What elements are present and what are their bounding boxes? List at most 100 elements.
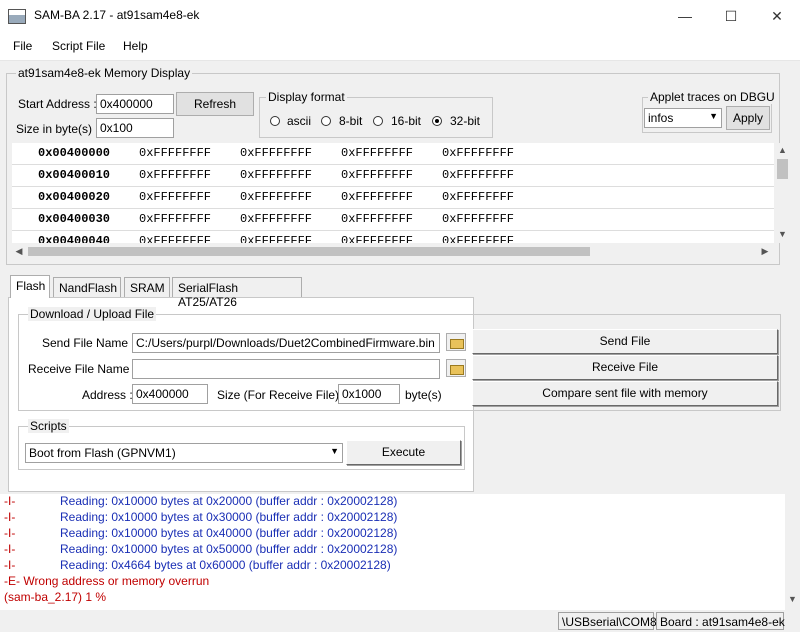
receive-file-input[interactable]: [132, 359, 440, 379]
scroll-thumb[interactable]: [777, 159, 788, 179]
console-scrollbar[interactable]: ▼: [785, 494, 800, 610]
tab-flash[interactable]: Flash: [10, 275, 50, 298]
applet-traces-select[interactable]: infos ▼: [644, 108, 722, 128]
tab-sram[interactable]: SRAM: [124, 277, 170, 297]
console-line: Reading: 0x10000 bytes at 0x40000 (buffe…: [60, 526, 398, 540]
console-prefix: -I-: [4, 526, 16, 540]
memory-horizontal-scrollbar[interactable]: ◀ ▶: [12, 243, 774, 260]
app-icon: [8, 9, 26, 24]
scripts-select[interactable]: Boot from Flash (GPNVM1) ▼: [25, 443, 343, 463]
radio-32bit-label: 32-bit: [450, 114, 481, 128]
console-prefix: -I-: [4, 542, 16, 556]
console-prefix: -I-: [4, 494, 16, 508]
row-address: 0x00400020: [38, 190, 111, 204]
scroll-right-icon[interactable]: ▶: [760, 246, 770, 257]
radio-16bit[interactable]: [373, 116, 383, 126]
radio-16bit-label: 16-bit: [391, 114, 422, 128]
row-value: 0xFFFFFFFF: [240, 168, 313, 182]
compare-file-button[interactable]: Compare sent file with memory: [472, 381, 778, 406]
apply-button[interactable]: Apply: [726, 106, 770, 130]
radio-8bit[interactable]: [321, 116, 331, 126]
receive-size-label: Size (For Receive File) :: [217, 388, 346, 402]
scripts-select-value: Boot from Flash (GPNVM1): [29, 446, 176, 460]
row-value: 0xFFFFFFFF: [442, 190, 515, 204]
tab-serialflash[interactable]: SerialFlash AT25/AT26: [172, 277, 302, 309]
menu-file[interactable]: File: [13, 39, 32, 53]
receive-file-label: Receive File Name :: [28, 362, 137, 376]
row-value: 0xFFFFFFFF: [240, 212, 313, 226]
send-file-input[interactable]: C:/Users/purpl/Downloads/Duet2CombinedFi…: [132, 333, 440, 353]
chevron-down-icon: ▼: [709, 111, 718, 121]
scroll-thumb[interactable]: [28, 247, 590, 256]
connection-status: \USBserial\COM8: [558, 612, 657, 630]
title-bar: SAM-BA 2.17 - at91sam4e8-ek — ☐ ✕: [0, 0, 800, 32]
row-value: 0xFFFFFFFF: [240, 146, 313, 160]
close-button[interactable]: ✕: [754, 0, 800, 32]
refresh-button[interactable]: Refresh: [176, 92, 254, 116]
row-address: 0x00400010: [38, 168, 111, 182]
row-value: 0xFFFFFFFF: [240, 190, 313, 204]
row-value: 0xFFFFFFFF: [341, 234, 414, 243]
row-value: 0xFFFFFFFF: [139, 212, 212, 226]
row-value: 0xFFFFFFFF: [139, 234, 212, 243]
send-file-button[interactable]: Send File: [472, 329, 778, 354]
send-file-label: Send File Name :: [42, 336, 135, 350]
execute-button[interactable]: Execute: [346, 440, 461, 465]
console-prefix: -I-: [4, 510, 16, 524]
row-address: 0x00400030: [38, 212, 111, 226]
table-row: 0x00400020 0xFFFFFFFF 0xFFFFFFFF 0xFFFFF…: [12, 187, 774, 209]
minimize-button[interactable]: —: [662, 0, 708, 32]
size-unit-label: byte(s): [405, 388, 442, 402]
tab-nandflash[interactable]: NandFlash: [53, 277, 121, 297]
size-input[interactable]: 0x100: [96, 118, 174, 138]
table-row: 0x00400040 0xFFFFFFFF 0xFFFFFFFF 0xFFFFF…: [12, 231, 774, 243]
console-line: Reading: 0x10000 bytes at 0x20000 (buffe…: [60, 494, 398, 508]
folder-open-icon[interactable]: [446, 359, 466, 377]
chevron-down-icon: ▼: [330, 446, 339, 456]
console-prefix: -I-: [4, 558, 16, 572]
window-title: SAM-BA 2.17 - at91sam4e8-ek: [34, 8, 200, 22]
radio-ascii[interactable]: [270, 116, 280, 126]
scroll-down-icon[interactable]: ▼: [774, 229, 791, 239]
menu-bar: File Script File Help: [0, 32, 800, 61]
row-value: 0xFFFFFFFF: [341, 168, 414, 182]
display-format-label: Display format: [266, 90, 347, 104]
receive-file-button[interactable]: Receive File: [472, 355, 778, 380]
receive-size-input[interactable]: 0x1000: [338, 384, 400, 404]
download-upload-label: Download / Upload File: [28, 307, 157, 321]
maximize-button[interactable]: ☐: [708, 0, 754, 32]
scroll-left-icon[interactable]: ◀: [14, 246, 24, 257]
radio-32bit[interactable]: [432, 116, 442, 126]
memory-display-label: at91sam4e8-ek Memory Display: [16, 66, 193, 80]
row-value: 0xFFFFFFFF: [139, 146, 212, 160]
start-address-input[interactable]: 0x400000: [96, 94, 174, 114]
table-row: 0x00400030 0xFFFFFFFF 0xFFFFFFFF 0xFFFFF…: [12, 209, 774, 231]
row-value: 0xFFFFFFFF: [341, 190, 414, 204]
row-value: 0xFFFFFFFF: [341, 212, 414, 226]
size-label: Size in byte(s) :: [16, 122, 99, 136]
console-line: Reading: 0x4664 bytes at 0x60000 (buffer…: [60, 558, 391, 572]
row-value: 0xFFFFFFFF: [442, 212, 515, 226]
menu-script-file[interactable]: Script File: [52, 39, 105, 53]
table-row: 0x00400000 0xFFFFFFFF 0xFFFFFFFF 0xFFFFF…: [12, 143, 774, 165]
menu-help[interactable]: Help: [123, 39, 148, 53]
row-value: 0xFFFFFFFF: [442, 146, 515, 160]
scroll-up-icon[interactable]: ▲: [774, 145, 791, 155]
row-value: 0xFFFFFFFF: [139, 190, 212, 204]
scroll-down-icon[interactable]: ▼: [785, 594, 800, 604]
console-prompt-line: (sam-ba_2.17) 1 %: [4, 590, 107, 604]
address-input[interactable]: 0x400000: [132, 384, 208, 404]
applet-traces-value: infos: [648, 111, 674, 125]
memory-table[interactable]: 0x00400000 0xFFFFFFFF 0xFFFFFFFF 0xFFFFF…: [12, 143, 774, 243]
applet-traces-label: Applet traces on DBGU: [648, 90, 777, 104]
console-output[interactable]: -I- Reading: 0x10000 bytes at 0x20000 (b…: [0, 494, 785, 610]
row-value: 0xFFFFFFFF: [442, 234, 515, 243]
board-status: Board : at91sam4e8-ek: [656, 612, 785, 630]
memory-vertical-scrollbar[interactable]: ▲ ▼: [774, 143, 791, 243]
console-error-line: -E- Wrong address or memory overrun: [4, 574, 210, 588]
folder-open-icon[interactable]: [446, 333, 466, 351]
row-address: 0x00400000: [38, 146, 111, 160]
row-value: 0xFFFFFFFF: [442, 168, 515, 182]
address-label: Address :: [82, 388, 133, 402]
start-address-label: Start Address :: [18, 97, 97, 111]
